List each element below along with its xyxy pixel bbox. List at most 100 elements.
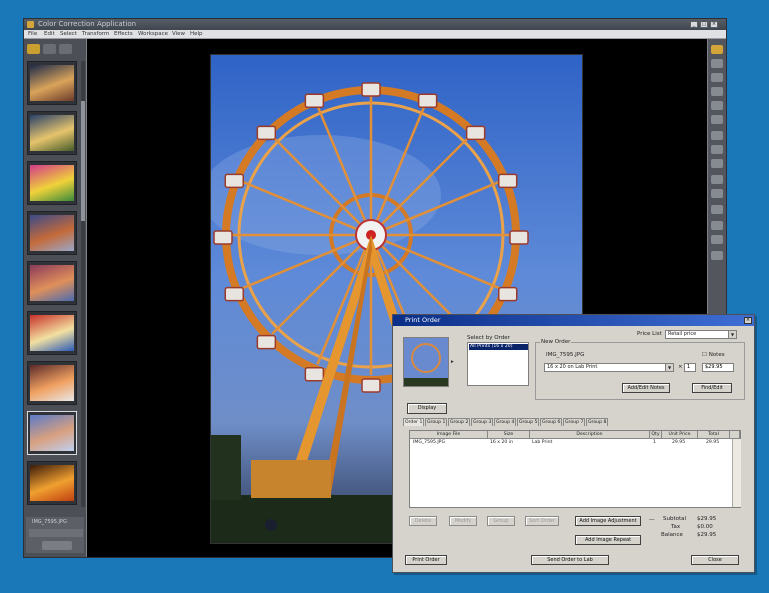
price-list-label: Price List <box>637 331 662 337</box>
col-unit-price[interactable]: Unit Price <box>662 431 698 439</box>
minimize-button[interactable]: _ <box>690 21 698 28</box>
tab-group-7[interactable]: Group 7 <box>563 418 586 426</box>
thumb-bumper-ride[interactable] <box>27 161 77 205</box>
group-tabs: Order 1 Group 1 Group 2 Group 3 Group 4 … <box>403 418 748 426</box>
brush-icon[interactable] <box>711 101 723 110</box>
chevron-down-icon: ▼ <box>665 364 673 371</box>
gondola <box>304 93 325 109</box>
menu-help[interactable]: Help <box>190 31 203 37</box>
tab-group-1[interactable]: Group 1 <box>425 418 448 426</box>
menu-workspace[interactable]: Workspace <box>138 31 168 37</box>
col-total[interactable]: Total <box>698 431 730 439</box>
balance-label: Balance <box>661 532 683 538</box>
menu-file[interactable]: File <box>28 31 37 37</box>
print-icon[interactable] <box>711 235 723 244</box>
thumbnail-image <box>30 115 74 151</box>
notes-label: Notes <box>708 352 725 358</box>
thumbnail-image <box>30 465 74 501</box>
group-button[interactable]: Group <box>487 516 515 526</box>
price-list-select[interactable]: Retail price ▼ <box>665 330 737 339</box>
order-listbox[interactable]: All Prints (16 x 20) <box>467 342 529 386</box>
pin-icon[interactable] <box>711 45 723 54</box>
thumb-carnival-lights[interactable] <box>27 261 77 305</box>
col-size[interactable]: Size <box>488 431 530 439</box>
tab-order-1[interactable]: Order 1 <box>403 418 425 426</box>
delete-button[interactable]: Delete <box>409 516 437 526</box>
cell-unit-price: 29.95 <box>672 440 686 445</box>
tab-group-3[interactable]: Group 3 <box>471 418 494 426</box>
find-edit-button[interactable]: Find/Edit <box>692 383 732 393</box>
tab-group-8[interactable]: Group 8 <box>586 418 609 426</box>
settings-icon[interactable] <box>711 251 723 260</box>
scrollbar-thumb[interactable] <box>81 101 85 221</box>
col-qty[interactable]: Qty <box>650 431 662 439</box>
tab-group-4[interactable]: Group 4 <box>494 418 517 426</box>
crop-icon[interactable] <box>711 87 723 96</box>
add-image-adjustment-button[interactable]: Add Image Adjustment <box>575 516 641 526</box>
thumb-carnival-dusk[interactable] <box>27 61 77 105</box>
modify-button[interactable]: Modify <box>449 516 477 526</box>
thumb-ferris-wheel[interactable] <box>27 211 77 255</box>
thumbnail-image <box>30 265 74 301</box>
quantity-field[interactable]: 1 <box>684 363 696 372</box>
thumbnail-image <box>30 65 74 101</box>
gondola <box>465 125 486 141</box>
thumb-night-ride[interactable] <box>27 461 77 505</box>
rotate-left-icon[interactable] <box>43 44 56 54</box>
product-select[interactable]: 16 x 20 on Lab Print ▼ <box>544 363 674 372</box>
rotate-right-icon[interactable] <box>59 44 72 54</box>
send-order-button[interactable]: Send Order to Lab <box>531 555 609 565</box>
price-field[interactable]: $29.95 <box>702 363 734 372</box>
text-icon[interactable] <box>711 205 723 214</box>
product-value: 16 x 20 on Lab Print <box>547 364 598 370</box>
tab-group-5[interactable]: Group 5 <box>517 418 540 426</box>
lightbulb-icon[interactable] <box>27 44 40 54</box>
col-extra <box>730 431 740 439</box>
color-icon[interactable] <box>711 115 723 124</box>
close-button[interactable]: Close <box>691 555 739 565</box>
tax-value: $0.00 <box>697 524 713 530</box>
levels-icon[interactable] <box>711 131 723 140</box>
order-list-item[interactable]: All Prints (16 x 20) <box>469 344 528 350</box>
order-table[interactable]: Image File Size Description Qty Unit Pri… <box>409 430 741 508</box>
info-icon[interactable] <box>711 221 723 230</box>
hand-icon[interactable] <box>711 73 723 82</box>
menu-select[interactable]: Select <box>60 31 77 37</box>
menu-transform[interactable]: Transform <box>82 31 109 37</box>
menu-edit[interactable]: Edit <box>44 31 55 37</box>
thumbnail-scrollbar[interactable] <box>81 61 85 507</box>
panel-options-button[interactable] <box>42 541 72 550</box>
flip-icon[interactable] <box>711 189 723 198</box>
thumb-swing-ride[interactable] <box>27 361 77 405</box>
menu-view[interactable]: View <box>172 31 185 37</box>
add-image-repeat-button[interactable]: Add Image Repeat <box>575 535 641 545</box>
tab-group-6[interactable]: Group 6 <box>540 418 563 426</box>
add-edit-notes-button[interactable]: Add/Edit Notes <box>622 383 670 393</box>
select-by-order-label: Select by Order <box>467 335 510 341</box>
menu-effects[interactable]: Effects <box>114 31 133 37</box>
sharpen-icon[interactable] <box>711 159 723 168</box>
gondola <box>304 366 325 382</box>
col-description[interactable]: Description <box>530 431 650 439</box>
preview-arrow-icon[interactable]: ▸ <box>451 359 454 365</box>
table-scrollbar[interactable] <box>732 439 741 507</box>
display-button[interactable]: Display <box>407 403 447 414</box>
close-window-button[interactable]: × <box>710 21 718 28</box>
table-row[interactable]: IMG_7595.JPG 16 x 20 in Lab Print 1 29.9… <box>410 440 740 447</box>
sort-order-button[interactable]: Sort Order <box>525 516 559 526</box>
thumb-amusement[interactable] <box>27 311 77 355</box>
dialog-close-icon[interactable]: × <box>744 317 752 324</box>
cell-total: 29.95 <box>706 440 720 445</box>
col-image-file[interactable]: Image File <box>410 431 488 439</box>
thumb-ferris-selected[interactable] <box>27 411 77 455</box>
print-order-button[interactable]: Print Order <box>405 555 447 565</box>
tab-group-2[interactable]: Group 2 <box>448 418 471 426</box>
gondola <box>213 230 233 245</box>
zoom-icon[interactable] <box>711 59 723 68</box>
window-title: Color Correction Application <box>38 20 137 28</box>
curves-icon[interactable] <box>711 145 723 154</box>
rotate-icon[interactable] <box>711 175 723 184</box>
thumb-carnival-ride[interactable] <box>27 111 77 155</box>
maximize-button[interactable]: □ <box>700 21 708 28</box>
notes-checkbox-label[interactable]: ☐ Notes <box>702 352 725 358</box>
